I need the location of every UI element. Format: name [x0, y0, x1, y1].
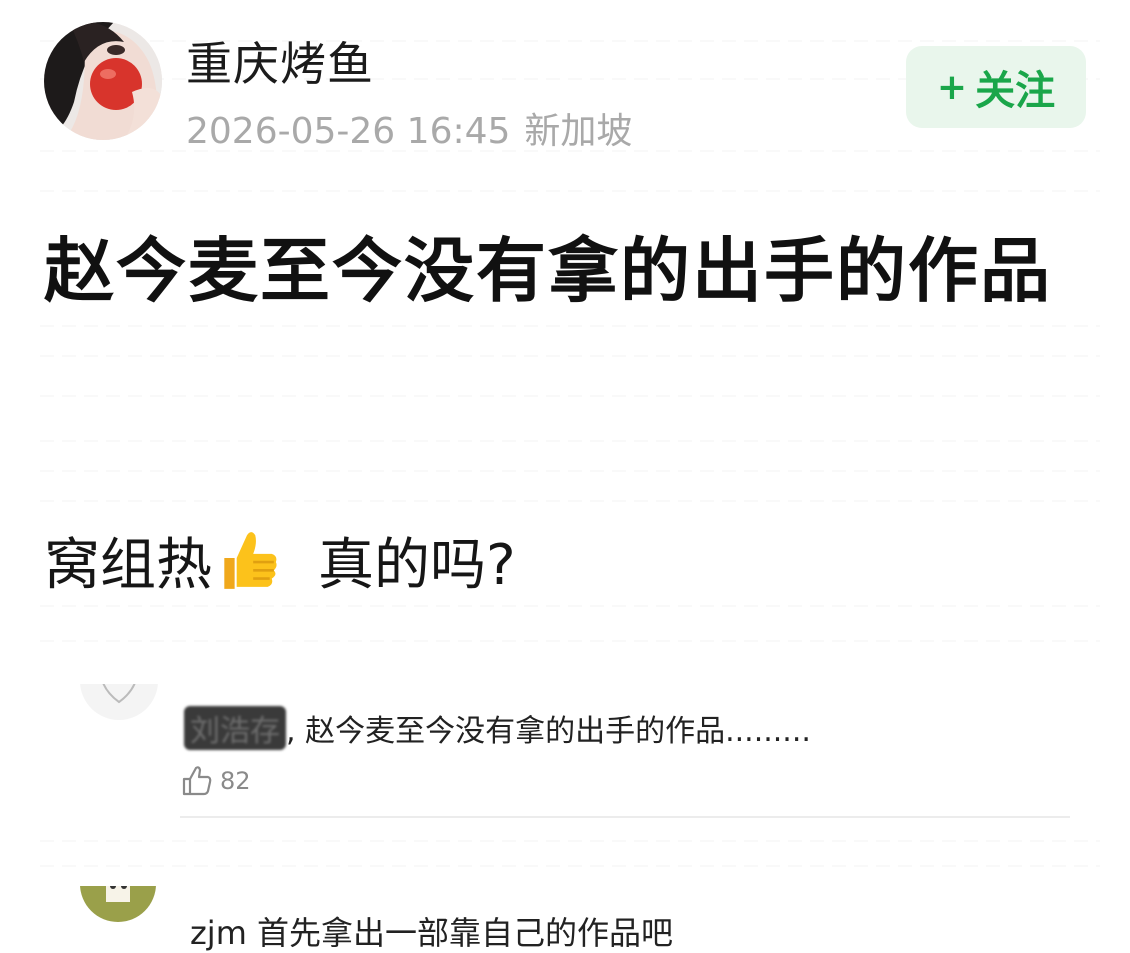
post-datetime: 2026-05-26 16:45: [186, 111, 511, 152]
author-avatar[interactable]: [44, 22, 162, 140]
post-meta: 2026-05-26 16:45 新加坡: [186, 102, 646, 154]
commenter-name[interactable]: zjm: [190, 914, 247, 952]
post-location: 新加坡: [524, 111, 633, 152]
post-body-text-1: 窝组热: [44, 532, 212, 598]
comment-text: 刘浩存, 赵今麦至今没有拿的出手的作品.........: [184, 706, 811, 750]
follow-button[interactable]: + 关注: [906, 46, 1086, 128]
thumbs-up-outline-icon: [182, 766, 212, 796]
commenter-avatar[interactable]: [80, 886, 156, 922]
commenter-avatar[interactable]: [80, 684, 158, 720]
comment-separator: ,: [286, 714, 296, 749]
post-body-text-2: 真的吗?: [318, 532, 516, 598]
commenter-name[interactable]: 刘浩存: [184, 706, 286, 750]
comment-item: 刘浩存, 赵今麦至今没有拿的出手的作品......... 82: [44, 670, 1086, 830]
like-count: 82: [220, 767, 251, 795]
comment-body: 赵今麦至今没有拿的出手的作品.........: [305, 714, 811, 749]
follow-label: 关注: [975, 68, 1056, 114]
like-button[interactable]: 82: [180, 764, 251, 798]
comment-body: 首先拿出一部靠自己的作品吧: [257, 914, 674, 952]
thumbs-up-icon: [214, 527, 280, 593]
post-title: 赵今麦至今没有拿的出手的作品: [44, 230, 1052, 312]
author-name[interactable]: 重庆烤鱼: [186, 28, 374, 94]
divider: [180, 816, 1070, 818]
comment-item: zjm 首先拿出一部靠自己的作品吧: [44, 880, 1086, 953]
post-body: 窝组热 真的吗?: [44, 520, 516, 600]
comment-text: zjm 首先拿出一部靠自己的作品吧: [190, 908, 673, 953]
post-header: 重庆烤鱼 2026-05-26 16:45 新加坡 + 关注: [44, 22, 1086, 152]
plus-icon: +: [936, 66, 968, 108]
